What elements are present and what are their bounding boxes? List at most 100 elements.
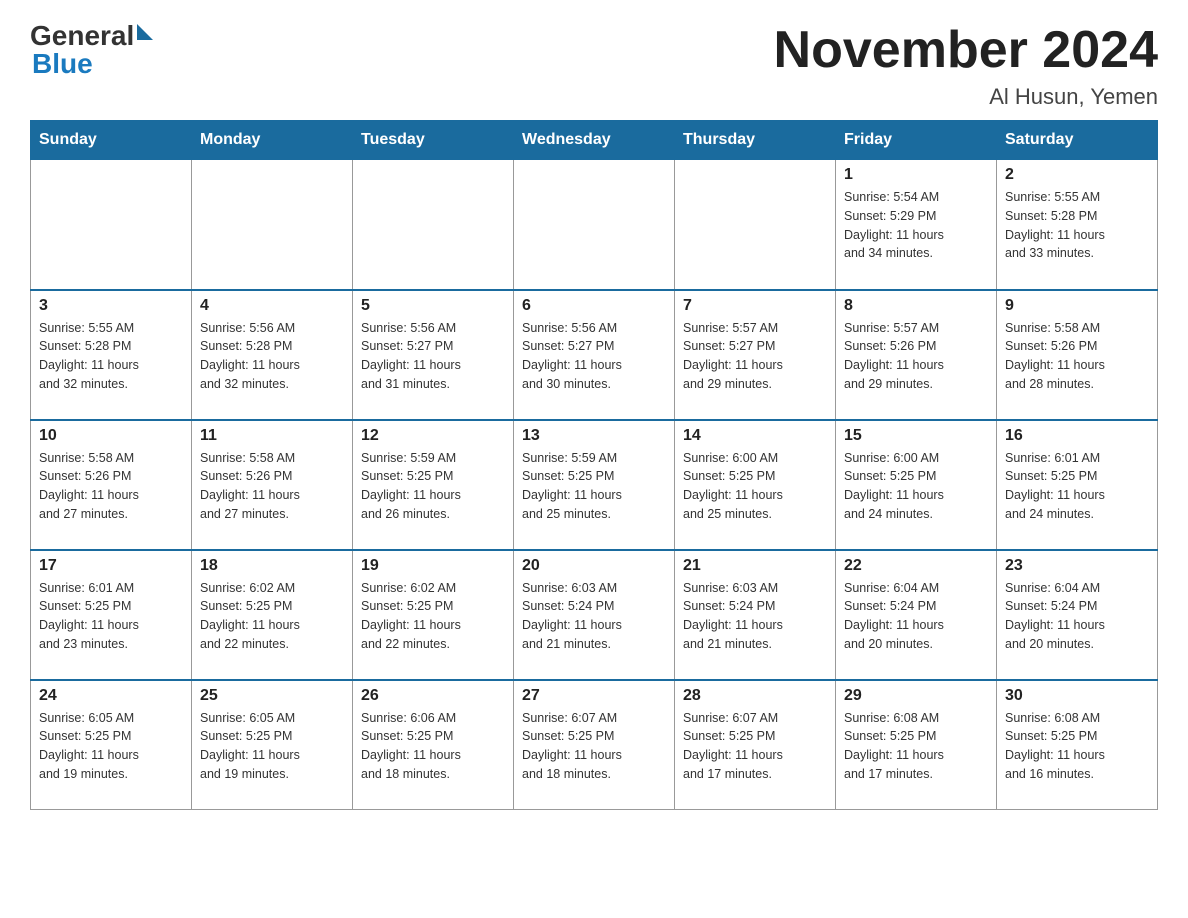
calendar-day-cell: 3 Sunrise: 5:55 AMSunset: 5:28 PMDaylight… — [31, 290, 192, 420]
weekday-header-monday: Monday — [192, 121, 353, 160]
day-info: Sunrise: 6:04 AMSunset: 5:24 PMDaylight:… — [844, 579, 988, 654]
day-info: Sunrise: 6:04 AMSunset: 5:24 PMDaylight:… — [1005, 579, 1149, 654]
calendar-day-cell: 14 Sunrise: 6:00 AMSunset: 5:25 PMDayligh… — [675, 420, 836, 550]
weekday-header-saturday: Saturday — [997, 121, 1158, 160]
calendar-day-cell: 22 Sunrise: 6:04 AMSunset: 5:24 PMDayligh… — [836, 550, 997, 680]
calendar-day-cell — [675, 160, 836, 290]
day-info: Sunrise: 6:03 AMSunset: 5:24 PMDaylight:… — [683, 579, 827, 654]
day-number: 11 — [200, 427, 344, 445]
calendar-day-cell: 13 Sunrise: 5:59 AMSunset: 5:25 PMDayligh… — [514, 420, 675, 550]
calendar-day-cell — [514, 160, 675, 290]
calendar-day-cell: 10 Sunrise: 5:58 AMSunset: 5:26 PMDayligh… — [31, 420, 192, 550]
day-number: 15 — [844, 427, 988, 445]
calendar-day-cell: 9 Sunrise: 5:58 AMSunset: 5:26 PMDaylight… — [997, 290, 1158, 420]
day-number: 23 — [1005, 557, 1149, 575]
day-number: 6 — [522, 297, 666, 315]
calendar-day-cell: 24 Sunrise: 6:05 AMSunset: 5:25 PMDayligh… — [31, 680, 192, 810]
day-number: 10 — [39, 427, 183, 445]
day-number: 2 — [1005, 166, 1149, 184]
calendar-day-cell: 30Sunrise: 6:08 AMSunset: 5:25 PMDayligh… — [997, 680, 1158, 810]
calendar-title: November 2024 — [774, 20, 1158, 80]
day-info: Sunrise: 5:59 AMSunset: 5:25 PMDaylight:… — [522, 449, 666, 524]
day-number: 26 — [361, 687, 505, 705]
day-number: 16 — [1005, 427, 1149, 445]
calendar-day-cell: 12Sunrise: 5:59 AMSunset: 5:25 PMDayligh… — [353, 420, 514, 550]
calendar-day-cell: 6 Sunrise: 5:56 AMSunset: 5:27 PMDaylight… — [514, 290, 675, 420]
calendar-day-cell — [353, 160, 514, 290]
day-number: 25 — [200, 687, 344, 705]
day-number: 18 — [200, 557, 344, 575]
day-info: Sunrise: 5:55 AMSunset: 5:28 PMDaylight:… — [39, 319, 183, 394]
calendar-day-cell: 4Sunrise: 5:56 AMSunset: 5:28 PMDaylight… — [192, 290, 353, 420]
day-info: Sunrise: 6:01 AMSunset: 5:25 PMDaylight:… — [39, 579, 183, 654]
weekday-header-sunday: Sunday — [31, 121, 192, 160]
day-info: Sunrise: 6:02 AMSunset: 5:25 PMDaylight:… — [200, 579, 344, 654]
day-number: 30 — [1005, 687, 1149, 705]
day-number: 3 — [39, 297, 183, 315]
day-number: 20 — [522, 557, 666, 575]
day-info: Sunrise: 6:07 AMSunset: 5:25 PMDaylight:… — [683, 709, 827, 784]
day-number: 13 — [522, 427, 666, 445]
calendar-day-cell: 15 Sunrise: 6:00 AMSunset: 5:25 PMDayligh… — [836, 420, 997, 550]
weekday-header-row: SundayMondayTuesdayWednesdayThursdayFrid… — [31, 121, 1158, 160]
day-number: 28 — [683, 687, 827, 705]
day-number: 24 — [39, 687, 183, 705]
calendar-day-cell: 18 Sunrise: 6:02 AMSunset: 5:25 PMDayligh… — [192, 550, 353, 680]
day-info: Sunrise: 5:56 AMSunset: 5:27 PMDaylight:… — [522, 319, 666, 394]
calendar-week-row: 10 Sunrise: 5:58 AMSunset: 5:26 PMDayligh… — [31, 420, 1158, 550]
day-info: Sunrise: 6:01 AMSunset: 5:25 PMDaylight:… — [1005, 449, 1149, 524]
calendar-day-cell: 2 Sunrise: 5:55 AMSunset: 5:28 PMDaylight… — [997, 160, 1158, 290]
calendar-day-cell: 21 Sunrise: 6:03 AMSunset: 5:24 PMDayligh… — [675, 550, 836, 680]
day-info: Sunrise: 6:03 AMSunset: 5:24 PMDaylight:… — [522, 579, 666, 654]
day-info: Sunrise: 6:02 AMSunset: 5:25 PMDaylight:… — [361, 579, 505, 654]
calendar-day-cell: 16 Sunrise: 6:01 AMSunset: 5:25 PMDayligh… — [997, 420, 1158, 550]
calendar-subtitle: Al Husun, Yemen — [774, 84, 1158, 110]
calendar-day-cell: 1Sunrise: 5:54 AMSunset: 5:29 PMDaylight… — [836, 160, 997, 290]
calendar-day-cell: 20 Sunrise: 6:03 AMSunset: 5:24 PMDayligh… — [514, 550, 675, 680]
day-number: 14 — [683, 427, 827, 445]
weekday-header-tuesday: Tuesday — [353, 121, 514, 160]
calendar-day-cell: 26 Sunrise: 6:06 AMSunset: 5:25 PMDayligh… — [353, 680, 514, 810]
calendar-week-row: 1Sunrise: 5:54 AMSunset: 5:29 PMDaylight… — [31, 160, 1158, 290]
calendar-week-row: 24 Sunrise: 6:05 AMSunset: 5:25 PMDayligh… — [31, 680, 1158, 810]
day-info: Sunrise: 6:00 AMSunset: 5:25 PMDaylight:… — [683, 449, 827, 524]
calendar-day-cell: 19 Sunrise: 6:02 AMSunset: 5:25 PMDayligh… — [353, 550, 514, 680]
day-info: Sunrise: 6:00 AMSunset: 5:25 PMDaylight:… — [844, 449, 988, 524]
day-number: 19 — [361, 557, 505, 575]
calendar-day-cell: 29Sunrise: 6:08 AMSunset: 5:25 PMDayligh… — [836, 680, 997, 810]
day-info: Sunrise: 5:58 AMSunset: 5:26 PMDaylight:… — [200, 449, 344, 524]
calendar-day-cell: 5 Sunrise: 5:56 AMSunset: 5:27 PMDaylight… — [353, 290, 514, 420]
day-number: 5 — [361, 297, 505, 315]
calendar-day-cell: 28 Sunrise: 6:07 AMSunset: 5:25 PMDayligh… — [675, 680, 836, 810]
day-number: 17 — [39, 557, 183, 575]
day-number: 8 — [844, 297, 988, 315]
day-number: 22 — [844, 557, 988, 575]
calendar-day-cell: 27Sunrise: 6:07 AMSunset: 5:25 PMDayligh… — [514, 680, 675, 810]
day-info: Sunrise: 6:05 AMSunset: 5:25 PMDaylight:… — [200, 709, 344, 784]
logo: General Blue — [30, 20, 153, 80]
day-info: Sunrise: 5:55 AMSunset: 5:28 PMDaylight:… — [1005, 188, 1149, 263]
day-info: Sunrise: 5:59 AMSunset: 5:25 PMDaylight:… — [361, 449, 505, 524]
weekday-header-thursday: Thursday — [675, 121, 836, 160]
page-header: General Blue November 2024 Al Husun, Yem… — [30, 20, 1158, 110]
weekday-header-friday: Friday — [836, 121, 997, 160]
calendar-week-row: 17 Sunrise: 6:01 AMSunset: 5:25 PMDayligh… — [31, 550, 1158, 680]
calendar-day-cell: 25 Sunrise: 6:05 AMSunset: 5:25 PMDayligh… — [192, 680, 353, 810]
calendar-day-cell — [192, 160, 353, 290]
logo-flag-icon — [137, 24, 153, 40]
title-area: November 2024 Al Husun, Yemen — [774, 20, 1158, 110]
calendar-table: SundayMondayTuesdayWednesdayThursdayFrid… — [30, 120, 1158, 810]
day-info: Sunrise: 5:58 AMSunset: 5:26 PMDaylight:… — [39, 449, 183, 524]
day-number: 9 — [1005, 297, 1149, 315]
calendar-day-cell: 8Sunrise: 5:57 AMSunset: 5:26 PMDaylight… — [836, 290, 997, 420]
day-number: 4 — [200, 297, 344, 315]
day-info: Sunrise: 5:56 AMSunset: 5:27 PMDaylight:… — [361, 319, 505, 394]
day-number: 1 — [844, 166, 988, 184]
day-info: Sunrise: 5:58 AMSunset: 5:26 PMDaylight:… — [1005, 319, 1149, 394]
day-info: Sunrise: 6:08 AMSunset: 5:25 PMDaylight:… — [844, 709, 988, 784]
calendar-day-cell: 23 Sunrise: 6:04 AMSunset: 5:24 PMDayligh… — [997, 550, 1158, 680]
day-info: Sunrise: 5:57 AMSunset: 5:27 PMDaylight:… — [683, 319, 827, 394]
day-number: 21 — [683, 557, 827, 575]
day-info: Sunrise: 6:05 AMSunset: 5:25 PMDaylight:… — [39, 709, 183, 784]
day-info: Sunrise: 6:06 AMSunset: 5:25 PMDaylight:… — [361, 709, 505, 784]
